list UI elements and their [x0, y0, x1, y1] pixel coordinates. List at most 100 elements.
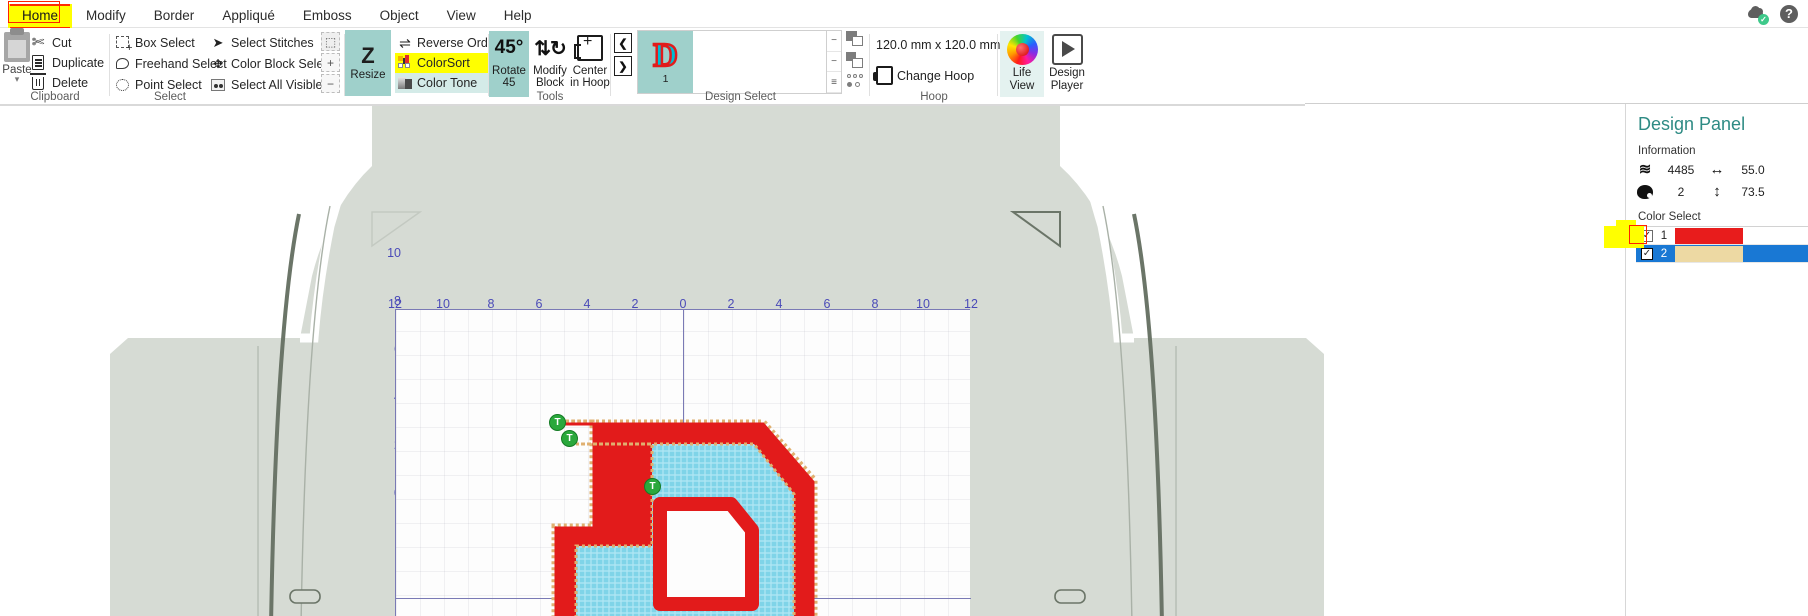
menu-item-object[interactable]: Object: [366, 4, 433, 28]
clipboard-actions: ✄ Cut Duplicate Delete: [30, 33, 104, 93]
menu-item-border[interactable]: Border: [140, 4, 209, 28]
modify-block-label-1: Modify: [533, 65, 567, 77]
design-panel: Design Panel Information ≋ 4485 ↔ 55.0 2…: [1604, 104, 1808, 616]
design-information: ≋ 4485 ↔ 55.0 2 ↕ 73.5: [1636, 159, 1808, 203]
color-count-value: 2: [1677, 185, 1685, 199]
center-in-hoop-button[interactable]: Center in Hoop: [570, 31, 610, 89]
color-select-label: Color Select: [1638, 211, 1701, 223]
menu-bar: Home Modify Border Appliqué Emboss Objec…: [0, 0, 1808, 29]
ribbon-group-select: Box Select Freehand Select Point Select …: [110, 28, 345, 104]
paste-icon: [4, 28, 30, 62]
life-view-label-1: Life: [1012, 67, 1032, 79]
add-to-selection-button[interactable]: +: [321, 53, 340, 72]
design-select-list[interactable]: D 1: [637, 30, 827, 94]
change-hoop-button[interactable]: Change Hoop: [873, 66, 975, 85]
trash-icon: [30, 73, 46, 91]
select-marquee-button[interactable]: ⬚: [321, 32, 340, 51]
color-row-2-checkbox[interactable]: ✓: [1641, 247, 1653, 260]
menu-item-home[interactable]: Home: [8, 4, 73, 29]
design-canvas[interactable]: 12 10 8 6 4 2 0 2 4 6 8 10 12 10 8 6 4 2…: [0, 106, 1625, 616]
ruler-y-tick: 10: [387, 246, 401, 260]
ribbon-group-hoop: 120.0 mm x 120.0 mm Change Hoop Hoop: [870, 28, 1001, 104]
trim-marker-1[interactable]: T: [549, 414, 566, 431]
previous-design-button[interactable]: ❮: [614, 33, 632, 53]
center-in-hoop-label-1: Center: [572, 65, 608, 77]
rotate-45-button[interactable]: 45° Rotate 45: [489, 31, 529, 97]
menu-item-emboss[interactable]: Emboss: [289, 4, 366, 28]
next-design-button[interactable]: ❯: [614, 56, 632, 76]
menu-item-list: Home Modify Border Appliqué Emboss Objec…: [8, 0, 546, 29]
box-select-label: Box Select: [135, 35, 195, 50]
color-row-2-swatch[interactable]: [1675, 245, 1743, 262]
menu-item-applique[interactable]: Appliqué: [208, 4, 289, 28]
color-row-1-swatch[interactable]: [1675, 227, 1743, 244]
menu-item-modify[interactable]: Modify: [72, 4, 140, 28]
color-tone-label: Color Tone: [417, 76, 478, 90]
hoop-size-text: 120.0 mm x 120.0 mm: [876, 38, 1001, 52]
modify-block-button[interactable]: ⇅↻ Modify Block: [530, 31, 570, 90]
menu-item-view[interactable]: View: [433, 4, 490, 28]
color-block-select-button[interactable]: ✥ Color Block Select: [210, 53, 333, 74]
help-icon[interactable]: ?: [1780, 5, 1798, 23]
color-row-2[interactable]: ✓ 2: [1636, 245, 1808, 263]
menu-item-help[interactable]: Help: [490, 4, 546, 28]
hoop-group-label: Hoop: [920, 91, 948, 103]
duplicate-label: Duplicate: [52, 56, 105, 70]
design-width-cell: ↔ 55.0: [1708, 162, 1780, 178]
trim-marker-3[interactable]: T: [644, 478, 661, 495]
life-view-button[interactable]: Life View: [1000, 31, 1044, 97]
design-height-value: 73.5: [1741, 185, 1765, 199]
resize-button[interactable]: Z Resize: [345, 30, 391, 96]
embroidery-design-d[interactable]: [540, 406, 830, 616]
ungroup-designs-icon[interactable]: [846, 52, 864, 71]
hoop-icon: [873, 66, 893, 85]
stitch-count-icon: ≋: [1638, 161, 1652, 178]
color-tone-button[interactable]: Color Tone: [395, 73, 499, 93]
resize-icon: Z: [361, 42, 375, 68]
reverse-order-button[interactable]: ⇌ Reverse Order: [395, 33, 499, 53]
duplicate-button[interactable]: Duplicate: [30, 53, 104, 73]
stitch-count-cell: ≋ 4485: [1636, 162, 1708, 178]
ribbon-group-design-select: ❮ ❯ D 1 − − ≡ Design Select: [611, 28, 870, 104]
design-select-scrollbar[interactable]: − − ≡: [827, 30, 842, 94]
resize-label: Resize: [350, 68, 386, 81]
select-stitches-icon: ➤: [212, 34, 224, 50]
design-height-cell: ↕ 73.5: [1708, 184, 1780, 200]
cut-label: Cut: [52, 36, 72, 50]
color-row-2-number: 2: [1660, 247, 1668, 260]
cloud-sync-icon[interactable]: ✓: [1748, 4, 1769, 25]
design-nav-buttons: ❮ ❯: [614, 33, 632, 79]
delete-label: Delete: [52, 76, 89, 90]
change-hoop-label: Change Hoop: [897, 68, 975, 83]
colorsort-icon: [397, 55, 413, 71]
delete-button[interactable]: Delete: [30, 73, 104, 93]
group-designs-icon[interactable]: [846, 31, 864, 50]
color-row-1[interactable]: ✓ 1: [1636, 227, 1808, 245]
ribbon-group-color-tools: ⇌ Reverse Order ColorSort Color Tone: [393, 28, 499, 104]
design-thumbnail-number: 1: [662, 73, 669, 85]
design-select-side-icons: [846, 31, 864, 94]
remove-from-selection-button[interactable]: −: [321, 74, 340, 93]
select-stitches-button[interactable]: ➤ Select Stitches: [210, 32, 333, 53]
width-arrow-icon: ↔: [1709, 161, 1725, 178]
point-select-label: Point Select: [135, 77, 202, 92]
modify-block-label-2: Block: [535, 77, 565, 89]
scroll-mid-button[interactable]: −: [827, 52, 841, 73]
design-player-button[interactable]: Design Player: [1045, 31, 1089, 97]
select-mini-buttons: ⬚ + −: [321, 32, 340, 95]
cut-button[interactable]: ✄ Cut: [30, 33, 104, 53]
design-options-icon[interactable]: [846, 73, 864, 92]
design-thumbnail-1[interactable]: D 1: [638, 31, 693, 93]
modify-block-icon: ⇅↻: [534, 37, 567, 60]
scroll-up-button[interactable]: −: [827, 31, 841, 52]
ribbon-group-tools: 45° Rotate 45 ⇅↻ Modify Block Center in …: [489, 28, 611, 104]
life-view-label-2: View: [1009, 79, 1035, 92]
stitch-count-value: 4485: [1667, 163, 1695, 177]
design-player-icon: [1051, 33, 1083, 65]
colorsort-button[interactable]: ColorSort: [395, 53, 499, 73]
trim-marker-2[interactable]: T: [561, 430, 578, 447]
design-select-group-label: Design Select: [705, 91, 776, 103]
select-stitches-label: Select Stitches: [231, 35, 314, 50]
color-count-cell: 2: [1636, 185, 1708, 199]
scroll-down-button[interactable]: ≡: [827, 72, 841, 94]
